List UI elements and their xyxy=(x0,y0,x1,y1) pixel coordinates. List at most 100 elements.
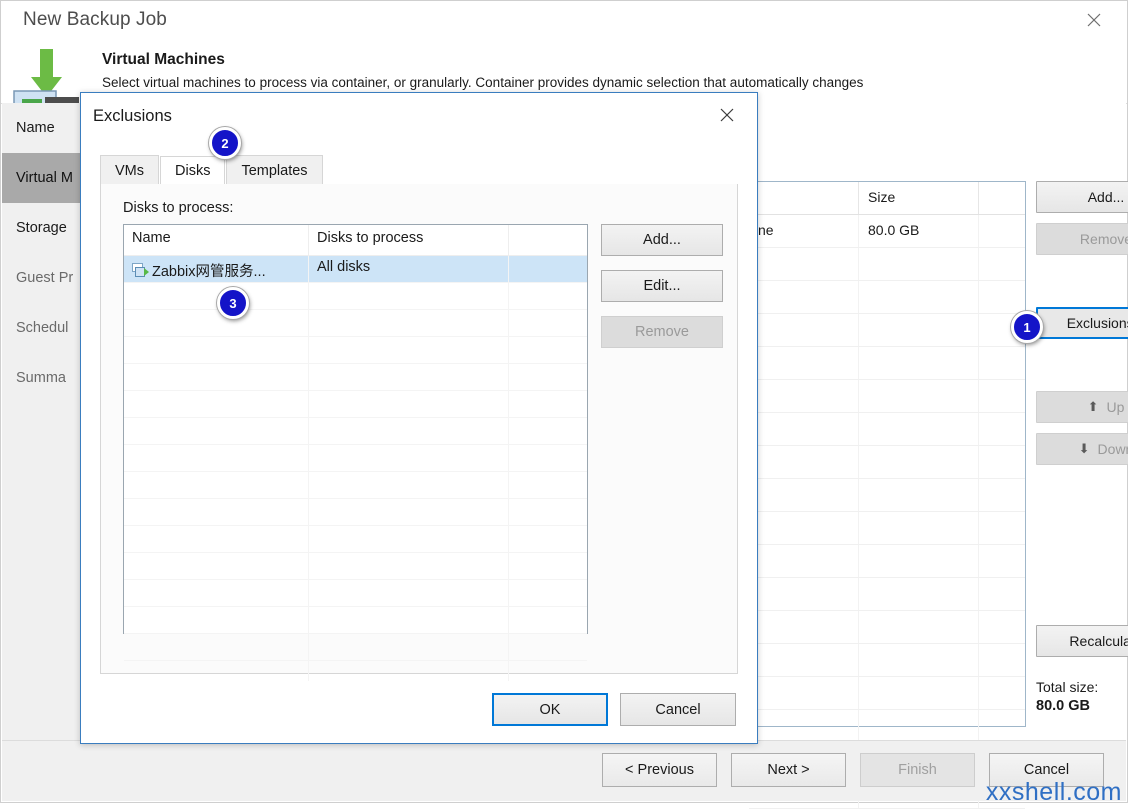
cell-extra xyxy=(979,710,1025,742)
list-item[interactable] xyxy=(124,607,587,634)
dialog-cancel-button[interactable]: Cancel xyxy=(620,693,736,726)
table-row[interactable]: ne 80.0 GB xyxy=(749,215,1025,248)
cell-size xyxy=(859,446,979,478)
cell-name xyxy=(749,578,859,610)
cell-extra xyxy=(979,479,1025,511)
vm-machine-icon xyxy=(132,263,150,278)
vm-actions-panel: Add... Remove Exclusions... 1 ⬆ Up ⬇ Dow… xyxy=(1011,181,1128,714)
list-item[interactable] xyxy=(124,472,587,499)
cell-extra xyxy=(509,445,587,471)
list-item[interactable] xyxy=(124,283,587,310)
column-header-name[interactable] xyxy=(749,182,859,214)
table-row[interactable] xyxy=(749,545,1025,578)
cell-extra xyxy=(509,526,587,552)
ok-button[interactable]: OK xyxy=(492,693,608,726)
tab-templates[interactable]: Templates xyxy=(226,155,323,185)
cell-extra xyxy=(979,215,1025,247)
list-header-row: Name Disks to process xyxy=(124,225,587,256)
tab-disks[interactable]: Disks xyxy=(160,156,226,186)
next-button[interactable]: Next > xyxy=(731,753,846,787)
cell-name xyxy=(749,479,859,511)
table-row[interactable] xyxy=(749,611,1025,644)
tab-vms[interactable]: VMs xyxy=(100,155,159,185)
cell-size xyxy=(859,677,979,709)
wizard-navigation-bar: < Previous Next > Finish Cancel xyxy=(2,740,1126,801)
cell-name xyxy=(749,446,859,478)
recalculate-button[interactable]: Recalculate xyxy=(1036,625,1128,657)
column-header-size[interactable]: Size xyxy=(859,182,979,214)
table-row[interactable] xyxy=(749,446,1025,479)
cell-disk-name xyxy=(124,364,309,390)
cell-disks-to-process xyxy=(309,310,509,336)
add-button[interactable]: Add... xyxy=(1036,181,1128,213)
cell-disk-name xyxy=(124,391,309,417)
table-row[interactable] xyxy=(749,710,1025,743)
table-row[interactable] xyxy=(749,281,1025,314)
list-item[interactable] xyxy=(124,445,587,472)
exclusions-button[interactable]: Exclusions... xyxy=(1036,307,1128,339)
list-item[interactable] xyxy=(124,499,587,526)
list-item[interactable] xyxy=(124,526,587,553)
cell-size xyxy=(859,512,979,544)
list-item[interactable] xyxy=(124,418,587,445)
cell-disks-to-process xyxy=(309,283,509,309)
list-item[interactable]: Zabbix网管服务... All disks xyxy=(124,256,587,283)
column-header-disks-to-process[interactable]: Disks to process xyxy=(309,225,509,255)
cell-extra xyxy=(509,499,587,525)
cell-extra xyxy=(979,677,1025,709)
table-header-row: Size xyxy=(749,182,1025,215)
table-row[interactable] xyxy=(749,578,1025,611)
table-row[interactable] xyxy=(749,677,1025,710)
cell-name xyxy=(749,380,859,412)
cell-size xyxy=(859,710,979,742)
add-disk-button[interactable]: Add... xyxy=(601,224,723,256)
cell-size xyxy=(859,380,979,412)
cell-disk-name xyxy=(124,418,309,444)
cell-extra xyxy=(979,281,1025,313)
column-header-extra[interactable] xyxy=(509,225,587,255)
remove-button: Remove xyxy=(1036,223,1128,255)
edit-disk-button[interactable]: Edit... xyxy=(601,270,723,302)
previous-button[interactable]: < Previous xyxy=(602,753,717,787)
cell-extra xyxy=(509,553,587,579)
cell-disks-to-process xyxy=(309,445,509,471)
cell-name xyxy=(749,710,859,742)
cell-disk-name xyxy=(124,634,309,660)
disks-tab-panel: Disks to process: Name Disks to process … xyxy=(100,184,738,688)
cell-size xyxy=(859,248,979,280)
disks-actions-panel: Add... Edit... Remove xyxy=(601,224,731,362)
list-item[interactable] xyxy=(124,553,587,580)
close-icon[interactable] xyxy=(1071,3,1117,37)
list-item[interactable] xyxy=(124,580,587,607)
cell-disks-to-process xyxy=(309,499,509,525)
cell-extra xyxy=(509,310,587,336)
cell-disks-to-process xyxy=(309,337,509,363)
list-item[interactable] xyxy=(124,634,587,661)
table-row[interactable] xyxy=(749,347,1025,380)
table-row[interactable] xyxy=(749,380,1025,413)
cell-name xyxy=(749,281,859,313)
column-header-extra[interactable] xyxy=(979,182,1025,214)
table-row[interactable] xyxy=(749,644,1025,677)
table-row[interactable] xyxy=(749,413,1025,446)
table-row[interactable] xyxy=(749,479,1025,512)
arrow-up-icon: ⬆ xyxy=(1087,399,1099,414)
table-row[interactable] xyxy=(749,248,1025,281)
list-item[interactable] xyxy=(124,337,587,364)
virtual-machines-table[interactable]: Size ne 80.0 GB xyxy=(748,181,1026,809)
cell-extra xyxy=(509,418,587,444)
callout-badge-1: 1 xyxy=(1011,311,1043,343)
cell-size xyxy=(859,611,979,643)
list-item[interactable] xyxy=(124,364,587,391)
list-item[interactable] xyxy=(124,391,587,418)
column-header-name[interactable]: Name xyxy=(124,225,309,255)
cell-name xyxy=(749,611,859,643)
cell-extra xyxy=(509,391,587,417)
list-item[interactable] xyxy=(124,310,587,337)
table-row[interactable] xyxy=(749,512,1025,545)
close-icon[interactable] xyxy=(705,99,749,131)
table-row[interactable] xyxy=(749,314,1025,347)
disks-list[interactable]: Name Disks to process Zabbix网管服务... All d… xyxy=(123,224,588,688)
list-body: Zabbix网管服务... All disks xyxy=(124,256,587,688)
cell-disk-name xyxy=(124,526,309,552)
